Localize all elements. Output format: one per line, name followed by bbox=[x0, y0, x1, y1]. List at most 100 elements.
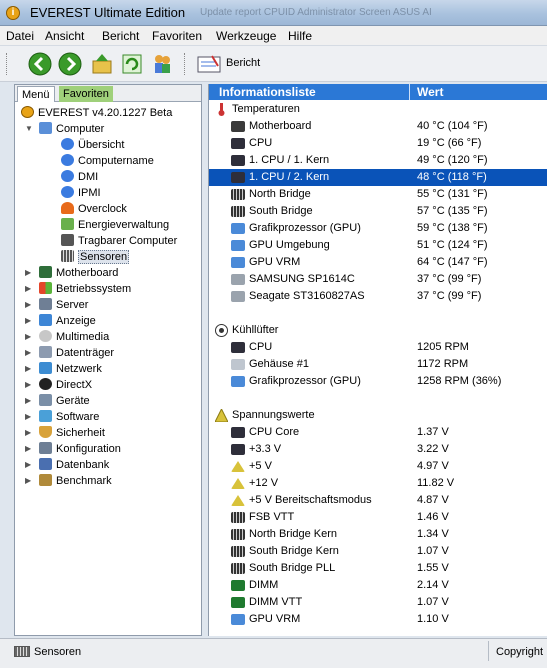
expand-arrow-icon[interactable]: ▶ bbox=[25, 316, 31, 325]
database-icon bbox=[39, 458, 52, 470]
tree-item-konfiguration[interactable]: Konfiguration bbox=[39, 441, 121, 457]
expand-arrow-icon[interactable]: ▶ bbox=[25, 348, 31, 357]
tab-menu[interactable]: Menü bbox=[17, 86, 55, 102]
sensor-row[interactable]: North Bridge Kern 1.34 V bbox=[209, 526, 547, 543]
tree-item-computername[interactable]: Computername bbox=[61, 153, 154, 169]
menu-ansicht[interactable]: Ansicht bbox=[45, 29, 84, 43]
expand-arrow-icon[interactable]: ▶ bbox=[25, 396, 31, 405]
tree-item-server[interactable]: Server bbox=[39, 297, 88, 313]
report-button[interactable]: Bericht bbox=[226, 57, 260, 69]
tree-item-sensoren[interactable]: Sensoren bbox=[61, 249, 130, 265]
sensor-row[interactable]: SAMSUNG SP1614C 37 °C (99 °F) bbox=[209, 271, 547, 288]
tree-item-sicherheit[interactable]: Sicherheit bbox=[39, 425, 105, 441]
group-spannungswerte[interactable]: Spannungswerte bbox=[209, 407, 547, 424]
forward-icon[interactable] bbox=[58, 52, 82, 76]
sensor-row[interactable]: CPU Core 1.37 V bbox=[209, 424, 547, 441]
tree-item-computer[interactable]: Computer bbox=[39, 121, 104, 137]
expand-arrow-icon[interactable]: ▶ bbox=[25, 300, 31, 309]
sensor-name: GPU Umgebung bbox=[249, 239, 330, 251]
sensor-row[interactable]: FSB VTT 1.46 V bbox=[209, 509, 547, 526]
tree-item-motherboard[interactable]: Motherboard bbox=[39, 265, 118, 281]
tree-item-everest-v4-20-1227-beta[interactable]: EVEREST v4.20.1227 Beta bbox=[21, 105, 172, 121]
sensor-name: 1. CPU / 2. Kern bbox=[249, 171, 330, 183]
expand-arrow-icon[interactable]: ▶ bbox=[25, 444, 31, 453]
computer-icon bbox=[39, 122, 52, 134]
expand-arrow-icon[interactable]: ▶ bbox=[25, 364, 31, 373]
tree-item-label: Motherboard bbox=[56, 267, 119, 279]
tree-item-anzeige[interactable]: Anzeige bbox=[39, 313, 96, 329]
sensor-row[interactable]: 1. CPU / 1. Kern 49 °C (120 °F) bbox=[209, 152, 547, 169]
up-folder-icon[interactable] bbox=[90, 52, 114, 76]
sensor-name: South Bridge PLL bbox=[249, 562, 336, 574]
sensor-row[interactable]: DIMM 2.14 V bbox=[209, 577, 547, 594]
tree-item-software[interactable]: Software bbox=[39, 409, 99, 425]
sensor-row[interactable]: CPU 19 °C (66 °F) bbox=[209, 135, 547, 152]
expand-arrow-icon[interactable]: ▶ bbox=[25, 428, 31, 437]
toolbar-separator bbox=[184, 53, 186, 75]
tree-item-datentr-ger[interactable]: Datenträger bbox=[39, 345, 114, 361]
menu-bericht[interactable]: Bericht bbox=[102, 29, 139, 43]
tree-item-datenbank[interactable]: Datenbank bbox=[39, 457, 109, 473]
group-temperaturen[interactable]: Temperaturen bbox=[209, 101, 547, 118]
sensor-row[interactable]: GPU VRM 64 °C (147 °F) bbox=[209, 254, 547, 271]
tree-item-ipmi[interactable]: IPMI bbox=[61, 185, 101, 201]
tab-favoriten[interactable]: Favoriten bbox=[59, 86, 113, 102]
sensor-row[interactable]: +12 V 11.82 V bbox=[209, 475, 547, 492]
column-divider[interactable] bbox=[409, 84, 410, 100]
menu-datei[interactable]: Datei bbox=[6, 29, 34, 43]
sensor-row[interactable]: Grafikprozessor (GPU) 59 °C (138 °F) bbox=[209, 220, 547, 237]
tree-item-betriebssystem[interactable]: Betriebssystem bbox=[39, 281, 131, 297]
column-wert[interactable]: Wert bbox=[417, 85, 443, 99]
sensor-row[interactable]: South Bridge Kern 1.07 V bbox=[209, 543, 547, 560]
collapse-arrow-icon[interactable]: ▼ bbox=[25, 124, 33, 133]
hdd-icon bbox=[231, 291, 245, 302]
column-informationsliste[interactable]: Informationsliste bbox=[219, 85, 316, 99]
tree-item-overclock[interactable]: Overclock bbox=[61, 201, 127, 217]
sensor-row[interactable]: 1. CPU / 2. Kern 48 °C (118 °F) bbox=[209, 169, 547, 186]
tree-item-directx[interactable]: DirectX bbox=[39, 377, 92, 393]
tree-item-dmi[interactable]: DMI bbox=[61, 169, 98, 185]
sensor-row[interactable]: Gehäuse #1 1172 RPM bbox=[209, 356, 547, 373]
menu-hilfe[interactable]: Hilfe bbox=[288, 29, 312, 43]
sensor-row[interactable]: GPU Umgebung 51 °C (124 °F) bbox=[209, 237, 547, 254]
tree-item-bersicht[interactable]: Übersicht bbox=[61, 137, 124, 153]
expand-arrow-icon[interactable]: ▶ bbox=[25, 380, 31, 389]
sensor-row[interactable]: South Bridge PLL 1.55 V bbox=[209, 560, 547, 577]
back-icon[interactable] bbox=[28, 52, 52, 76]
sensor-row[interactable]: +5 V 4.97 V bbox=[209, 458, 547, 475]
sensor-value: 37 °C (99 °F) bbox=[417, 290, 482, 302]
sensor-row[interactable]: CPU 1205 RPM bbox=[209, 339, 547, 356]
tree-item-netzwerk[interactable]: Netzwerk bbox=[39, 361, 102, 377]
menu-werkzeuge[interactable]: Werkzeuge bbox=[216, 29, 276, 43]
tree-item-benchmark[interactable]: Benchmark bbox=[39, 473, 112, 489]
expand-arrow-icon[interactable]: ▶ bbox=[25, 332, 31, 341]
expand-arrow-icon[interactable]: ▶ bbox=[25, 412, 31, 421]
expand-arrow-icon[interactable]: ▶ bbox=[25, 460, 31, 469]
sensor-row[interactable]: DIMM VTT 1.07 V bbox=[209, 594, 547, 611]
sensor-row[interactable]: +3.3 V 3.22 V bbox=[209, 441, 547, 458]
sensor-row[interactable]: Seagate ST3160827AS 37 °C (99 °F) bbox=[209, 288, 547, 305]
tree-item-label: Netzwerk bbox=[56, 363, 102, 375]
expand-arrow-icon[interactable]: ▶ bbox=[25, 476, 31, 485]
tree-item-multimedia[interactable]: Multimedia bbox=[39, 329, 109, 345]
report-icon[interactable] bbox=[196, 52, 222, 76]
group-k-hll-fter[interactable]: Kühllüfter bbox=[209, 322, 547, 339]
tree-item-tragbarer-computer[interactable]: Tragbarer Computer bbox=[61, 233, 177, 249]
tree-item-ger-te[interactable]: Geräte bbox=[39, 393, 90, 409]
tree-item-energieverwaltung[interactable]: Energieverwaltung bbox=[61, 217, 169, 233]
sensor-row[interactable]: Grafikprozessor (GPU) 1258 RPM (36%) bbox=[209, 373, 547, 390]
sensor-row[interactable]: South Bridge 57 °C (135 °F) bbox=[209, 203, 547, 220]
sensor-row[interactable]: Motherboard 40 °C (104 °F) bbox=[209, 118, 547, 135]
users-icon[interactable] bbox=[150, 52, 174, 76]
title-bar[interactable]: i EVEREST Ultimate Edition Update report… bbox=[0, 0, 547, 26]
sensor-name: Grafikprozessor (GPU) bbox=[249, 222, 361, 234]
menu-favoriten[interactable]: Favoriten bbox=[152, 29, 202, 43]
cpu-icon bbox=[231, 138, 245, 149]
refresh-icon[interactable] bbox=[120, 52, 144, 76]
expand-arrow-icon[interactable]: ▶ bbox=[25, 268, 31, 277]
sensor-row[interactable]: North Bridge 55 °C (131 °F) bbox=[209, 186, 547, 203]
network-icon bbox=[39, 362, 52, 374]
expand-arrow-icon[interactable]: ▶ bbox=[25, 284, 31, 293]
sensor-row[interactable]: GPU VRM 1.10 V bbox=[209, 611, 547, 628]
sensor-row[interactable]: +5 V Bereitschaftsmodus 4.87 V bbox=[209, 492, 547, 509]
